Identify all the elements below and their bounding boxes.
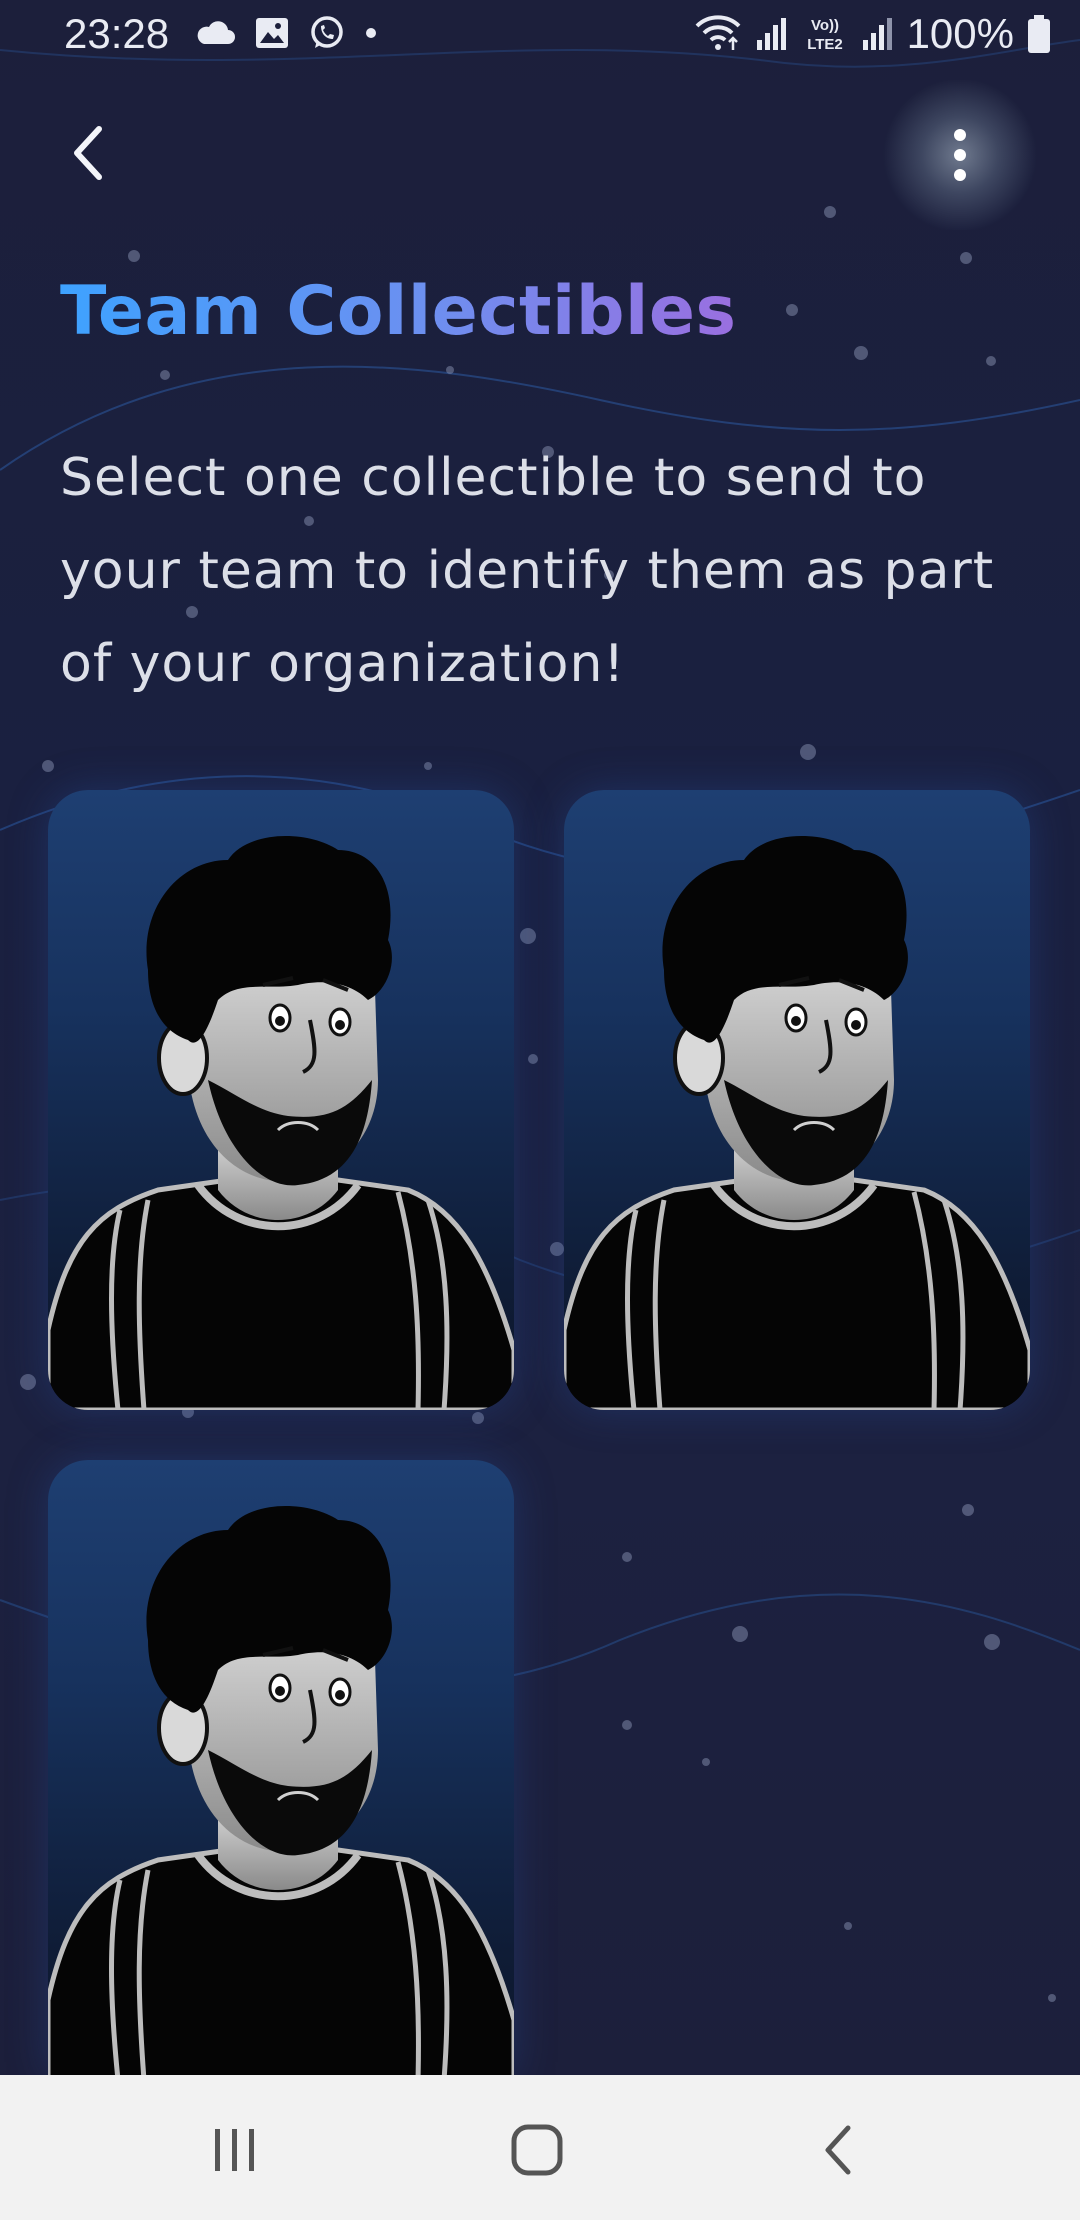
cloud-icon — [197, 21, 235, 44]
wifi-icon — [695, 15, 740, 50]
page-title: Team Collectibles — [60, 272, 737, 351]
bearded-man-avatar — [564, 836, 1030, 1410]
star — [622, 1720, 632, 1730]
star — [528, 1054, 538, 1064]
system-navigation-bar — [0, 2075, 1080, 2220]
bearded-man-avatar — [48, 836, 514, 1410]
image-icon — [256, 18, 288, 48]
star — [520, 928, 536, 944]
star — [984, 1634, 1000, 1650]
star — [962, 1504, 974, 1516]
battery-percent: 100% — [906, 10, 1014, 57]
home-button[interactable] — [477, 2105, 597, 2195]
more-vert-icon — [954, 129, 966, 181]
home-icon — [511, 2124, 563, 2176]
star — [128, 250, 140, 262]
chevron-left-icon — [74, 126, 102, 180]
star — [160, 370, 170, 380]
bearded-man-avatar — [48, 1506, 514, 2075]
star — [550, 1242, 564, 1256]
svg-text:LTE2: LTE2 — [807, 36, 843, 53]
nav-back-button[interactable] — [778, 2105, 898, 2195]
star — [986, 356, 996, 366]
star — [702, 1758, 710, 1766]
page-description: Select one collectible to send to your t… — [60, 448, 995, 694]
back-icon — [825, 2125, 851, 2175]
recents-button[interactable] — [175, 2105, 295, 2195]
star — [20, 1374, 36, 1390]
signal-icon — [862, 18, 892, 50]
star — [42, 760, 54, 772]
star — [786, 304, 798, 316]
status-bar: 23:28 Vo)) LTE2 100% — [0, 0, 1080, 72]
star — [622, 1552, 632, 1562]
star — [854, 346, 868, 360]
star — [732, 1626, 748, 1642]
star — [1048, 1994, 1056, 2002]
star — [960, 252, 972, 264]
star — [800, 744, 816, 760]
collectible-card[interactable] — [48, 1460, 514, 2075]
more-options-button[interactable] — [880, 80, 1040, 230]
battery-icon — [1028, 15, 1050, 53]
signal-icon — [756, 18, 786, 50]
volte-icon: Vo)) LTE2 — [807, 17, 843, 53]
collectible-card[interactable] — [564, 790, 1030, 1410]
app-screen: 23:28 Vo)) LTE2 100% Team Collectibles Se… — [0, 0, 1080, 2075]
whatsapp-icon — [311, 16, 343, 48]
collectible-card[interactable] — [48, 790, 514, 1410]
star — [824, 206, 836, 218]
star — [472, 1412, 484, 1424]
star — [424, 762, 432, 770]
status-time: 23:28 — [64, 10, 170, 57]
star — [446, 366, 454, 374]
svg-text:Vo)): Vo)) — [811, 17, 839, 34]
status-notification-icons — [196, 14, 378, 52]
back-button[interactable] — [52, 118, 122, 188]
status-system-icons: Vo)) LTE2 100% — [693, 10, 1052, 58]
dot-icon — [366, 28, 376, 38]
recents-icon — [215, 2129, 254, 2171]
star — [844, 1922, 852, 1930]
